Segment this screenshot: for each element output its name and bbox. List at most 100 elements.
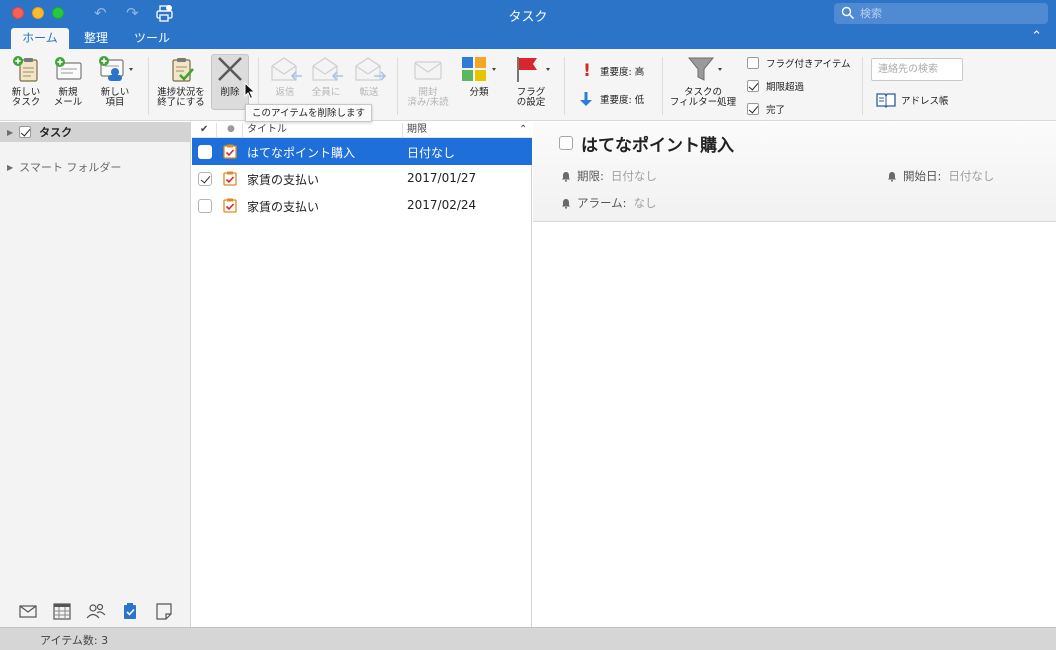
flagged-checkbox[interactable] [747, 57, 759, 69]
due-date-field[interactable]: 期限: 日付なし [561, 168, 657, 184]
task-due: 2017/02/24 [407, 198, 477, 212]
task-title: 家賃の支払い [247, 173, 320, 187]
task-complete-checkbox[interactable] [198, 199, 212, 213]
tasks-icon[interactable] [120, 602, 140, 620]
task-complete-checkbox[interactable] [198, 172, 212, 186]
sidebar-item-smart-folders[interactable]: ▶ スマート フォルダー [0, 157, 121, 177]
delete-button[interactable]: 削除 [212, 54, 248, 98]
flagged-label: フラグ付きアイテム [766, 59, 851, 70]
forward-icon [355, 57, 386, 81]
read-unread-button[interactable]: 開封 済み/未読 [404, 54, 452, 108]
filter-label-2: フィルター処理 [669, 97, 737, 108]
mail-icon[interactable] [18, 602, 38, 620]
sidebar-item-label: スマート フォルダー [19, 161, 122, 174]
ribbon-separator [397, 57, 398, 115]
reply-all-icon [312, 57, 343, 81]
collapse-ribbon-icon[interactable]: ⌃ [1031, 29, 1042, 44]
start-date-field[interactable]: 開始日: 日付なし [887, 168, 994, 184]
exclamation-icon: ! [583, 61, 591, 81]
tab-home[interactable]: ホーム [11, 28, 69, 49]
column-divider [242, 123, 243, 137]
module-switcher [0, 596, 191, 626]
task-due: 日付なし [407, 146, 456, 160]
reply-all-label: 全員に [311, 87, 341, 98]
task-row[interactable]: 家賃の支払い 2017/01/27 [192, 165, 532, 192]
new-email-button[interactable]: 新規 メール [50, 54, 86, 108]
contact-search-box[interactable] [871, 58, 963, 81]
high-importance-label: 重要度: 高 [600, 67, 645, 78]
detail-complete-checkbox[interactable] [559, 136, 573, 150]
completed-checkbox[interactable] [747, 103, 759, 115]
title-column-header[interactable]: タイトル [247, 122, 287, 138]
new-item-label-2: 項目 [105, 97, 125, 108]
task-detail-header: はてなポイント購入 期限: 日付なし 開始日: 日付なし アラーム: なし [533, 122, 1056, 222]
overdue-label: 期限超過 [766, 82, 805, 93]
task-detail-pane: はてなポイント購入 期限: 日付なし 開始日: 日付なし アラーム: なし [533, 122, 1056, 627]
task-complete-checkbox[interactable] [198, 145, 212, 159]
sidebar-item-tasks[interactable]: ▶ タスク [0, 122, 72, 142]
contact-search-input[interactable] [872, 59, 962, 80]
calendar-icon[interactable] [52, 602, 72, 620]
new-item-button[interactable]: 新しい 項目 [94, 54, 136, 108]
search-box[interactable] [834, 3, 1048, 24]
tasks-folder-checkbox[interactable] [19, 126, 32, 138]
task-row[interactable]: 家賃の支払い 2017/02/24 [192, 192, 532, 219]
ribbon-separator [662, 57, 663, 115]
new-task-button[interactable]: 新しい タスク [8, 54, 44, 108]
reply-label: 返信 [275, 87, 295, 98]
delete-icon [218, 57, 242, 81]
completed-label: 完了 [766, 105, 786, 116]
search-input[interactable] [860, 5, 1040, 22]
mark-complete-icon [172, 58, 194, 82]
high-importance-button[interactable]: ! 重要度: 高 [580, 61, 644, 81]
status-column-icon[interactable]: ● [227, 122, 235, 138]
bell-icon [562, 171, 570, 182]
filter-completed-option[interactable]: 完了 [747, 102, 785, 116]
ribbon-separator [564, 57, 565, 115]
filter-flagged-option[interactable]: フラグ付きアイテム [747, 56, 851, 70]
people-icon[interactable] [86, 602, 106, 620]
alarm-field[interactable]: アラーム: なし [561, 195, 657, 211]
due-date-label: 期限: [577, 169, 604, 183]
disclosure-triangle-icon[interactable]: ▶ [7, 163, 13, 172]
overdue-checkbox[interactable] [747, 80, 759, 92]
tab-organize[interactable]: 整理 [78, 28, 114, 49]
tab-tools[interactable]: ツール [126, 28, 178, 49]
filter-overdue-option[interactable]: 期限超過 [747, 79, 804, 93]
search-icon [841, 6, 855, 20]
ribbon-separator [148, 57, 149, 115]
followup-button[interactable]: フラグ の設定 [508, 54, 554, 108]
bell-icon [888, 171, 896, 182]
address-book-button[interactable]: アドレス帳 [876, 92, 949, 108]
task-row[interactable]: はてなポイント購入 日付なし [192, 138, 532, 165]
delete-tooltip: このアイテムを削除します [245, 104, 373, 122]
followup-label-2: の設定 [516, 97, 546, 108]
mark-complete-button[interactable]: 進捗状況を 終了にする [153, 54, 209, 108]
reply-all-button[interactable]: 全員に [307, 54, 345, 98]
low-importance-button[interactable]: 重要度: 低 [578, 91, 644, 107]
categorize-button[interactable]: 分類 [458, 54, 500, 98]
new-task-label-2: タスク [11, 97, 41, 108]
detail-title[interactable]: はてなポイント購入 [581, 131, 734, 156]
folder-sidebar: ▶ タスク ▶ スマート フォルダー [0, 122, 191, 627]
forward-button[interactable]: 転送 [350, 54, 388, 98]
ribbon: 新しい タスク 新規 メール 新しい 項目 進捗状況を 終了にする 削除 返信 … [0, 49, 1056, 121]
start-date-value: 日付なし [948, 169, 995, 183]
completed-column-icon[interactable]: ✔ [200, 122, 208, 138]
task-icon [223, 144, 237, 159]
column-divider [402, 123, 403, 137]
mark-complete-label-2: 終了にする [157, 97, 205, 108]
disclosure-triangle-icon[interactable]: ▶ [7, 128, 13, 137]
down-arrow-icon [580, 92, 592, 106]
mouse-pointer-icon [244, 82, 256, 100]
ribbon-separator [862, 57, 863, 115]
notes-icon[interactable] [154, 602, 174, 620]
sort-chevron-icon[interactable]: ⌃ [519, 122, 527, 138]
sidebar-item-label: タスク [39, 126, 73, 139]
task-icon [223, 171, 237, 186]
start-date-label: 開始日: [903, 169, 942, 183]
filter-button[interactable]: タスクの フィルター処理 [667, 54, 739, 108]
reply-button[interactable]: 返信 [266, 54, 304, 98]
column-divider [216, 123, 217, 137]
due-column-header[interactable]: 期限 [407, 122, 427, 138]
